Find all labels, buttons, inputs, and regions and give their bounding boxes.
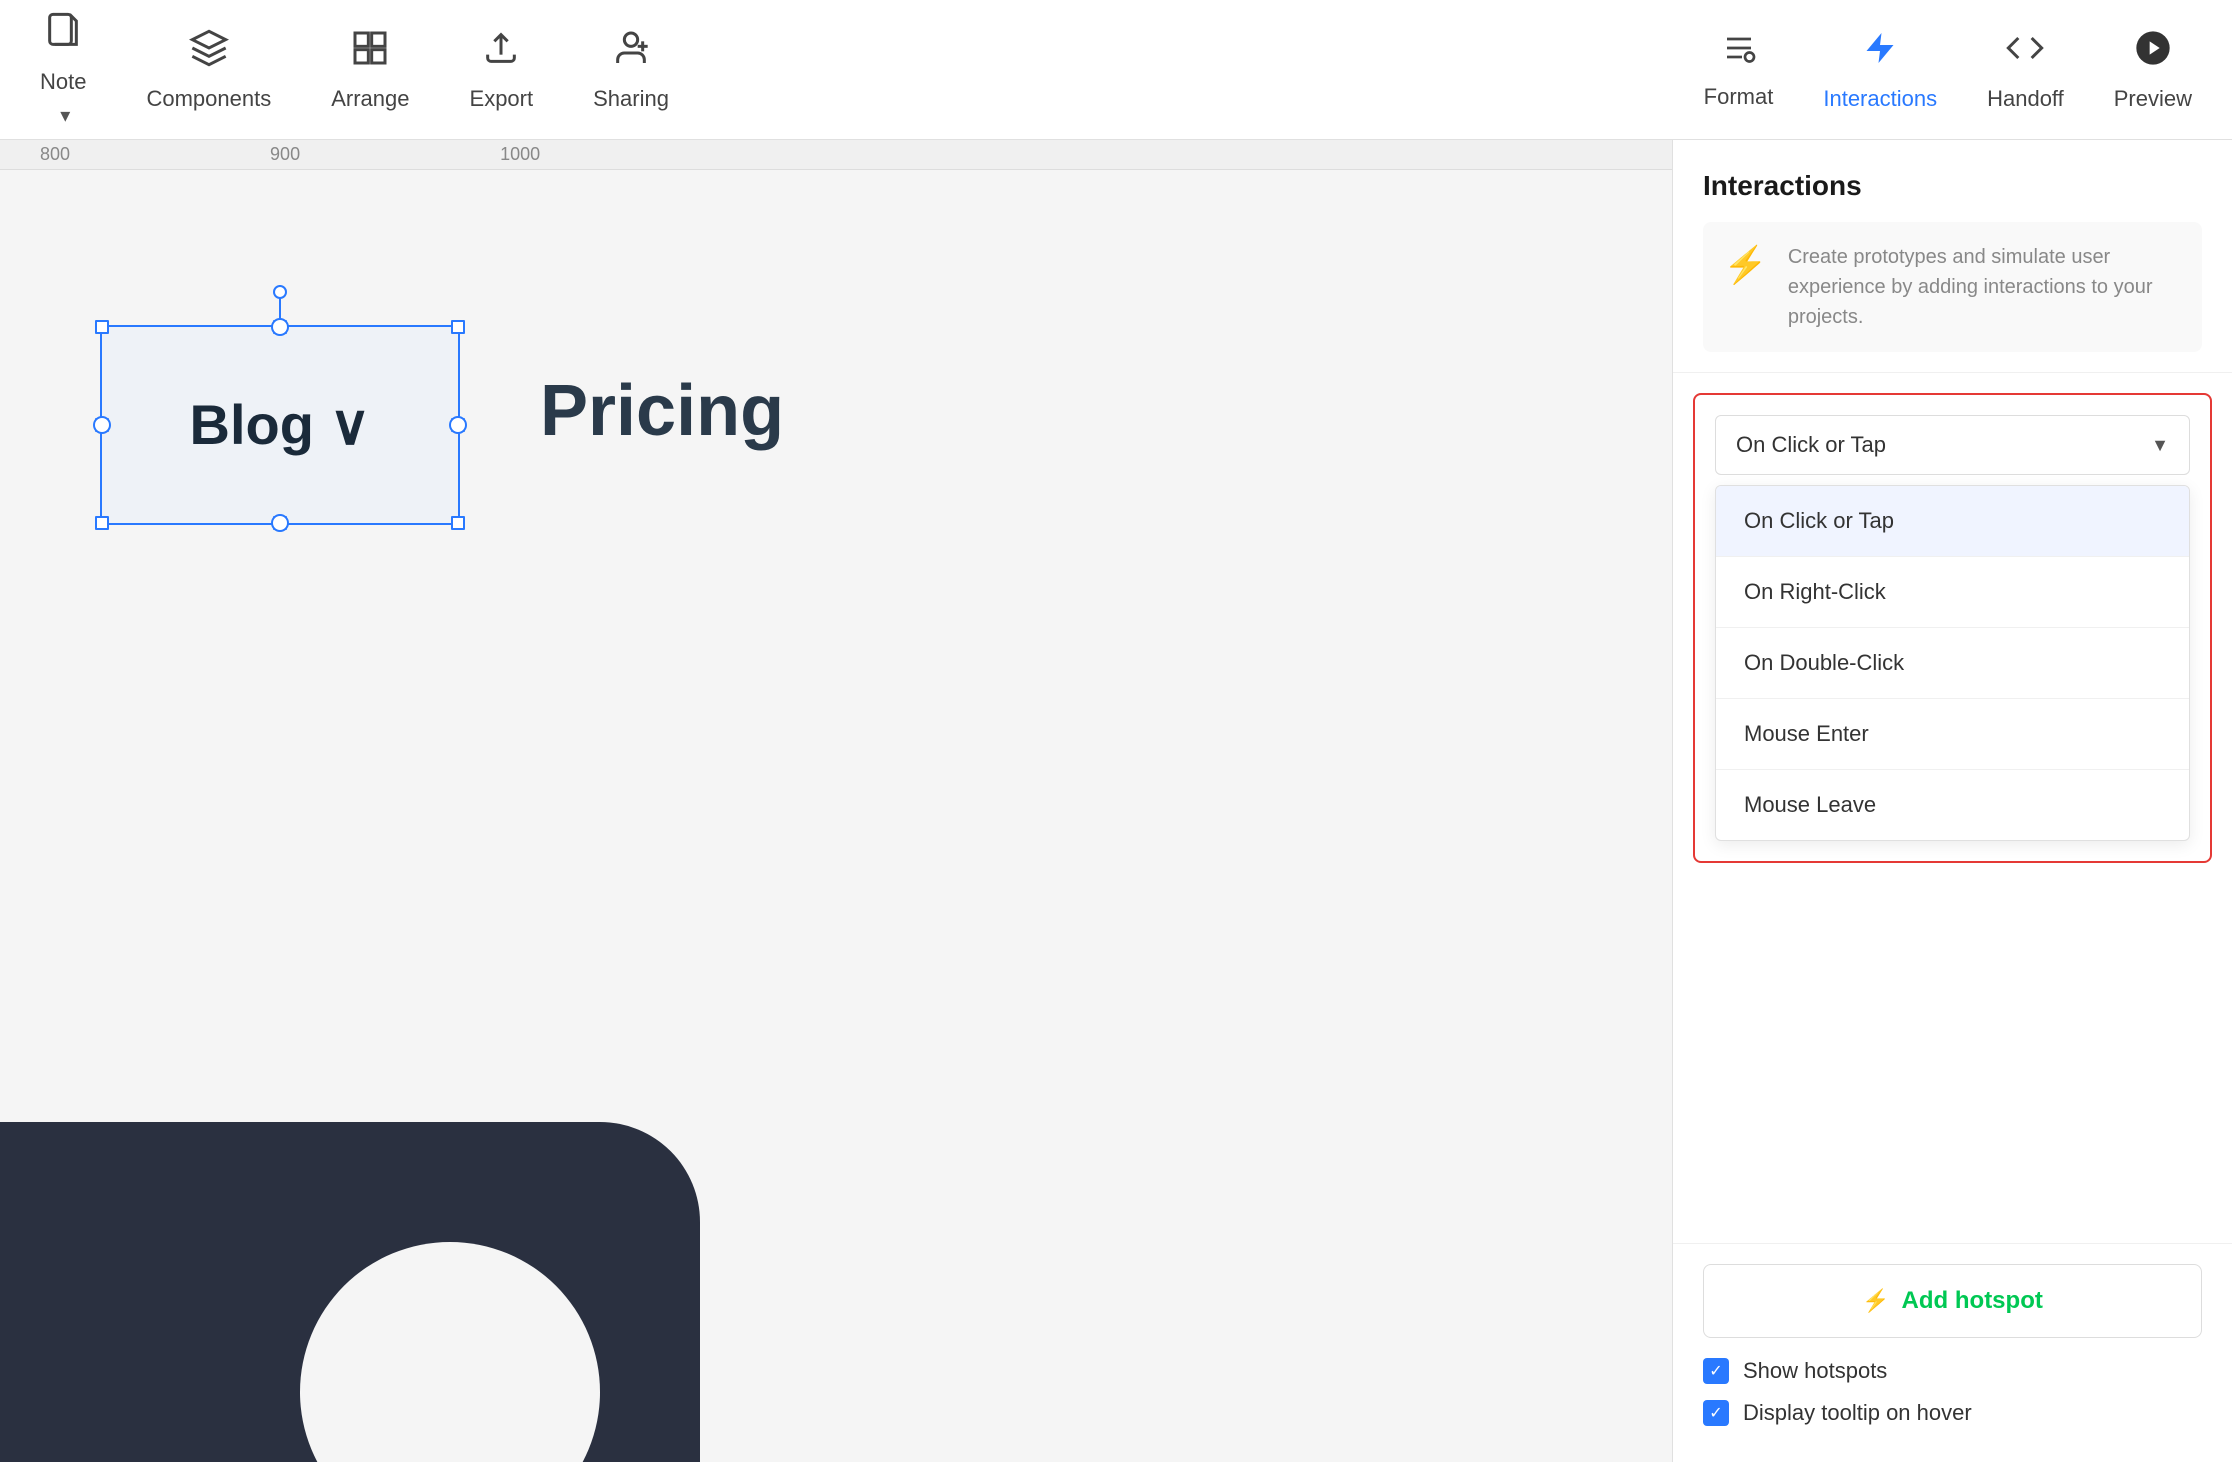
dropdown-item-on-click-or-tap[interactable]: On Click or Tap xyxy=(1716,486,2189,557)
ruler-mark-800: 800 xyxy=(40,144,70,165)
toolbar-item-sharing[interactable]: Sharing xyxy=(593,28,669,112)
handoff-label: Handoff xyxy=(1987,86,2064,112)
panel-title: Interactions xyxy=(1703,170,2202,202)
interactions-icon xyxy=(1862,28,1898,78)
handle-bottom-left[interactable] xyxy=(95,516,109,530)
hotspot-bolt-icon: ⚡ xyxy=(1862,1288,1889,1314)
dropdown-trigger[interactable]: On Click or Tap ▼ xyxy=(1715,415,2190,475)
dark-shape xyxy=(0,1112,760,1462)
hotspot-label: Add hotspot xyxy=(1902,1287,2043,1315)
display-tooltip-label: Display tooltip on hover xyxy=(1743,1400,1972,1426)
dropdown-list: On Click or Tap On Right-Click On Double… xyxy=(1715,485,2190,841)
export-label: Export xyxy=(470,86,534,112)
blog-element[interactable]: Blog ∨ xyxy=(100,325,460,525)
arrange-icon xyxy=(350,28,390,78)
toolbar: Note ▾ Components xyxy=(0,0,2232,140)
info-box: ⚡ Create prototypes and simulate user ex… xyxy=(1703,222,2202,352)
format-icon xyxy=(1719,30,1759,76)
show-hotspots-row: ✓ Show hotspots xyxy=(1703,1358,2202,1384)
toolbar-right: Format Interactions Handoff xyxy=(1704,28,2192,112)
toolbar-item-arrange[interactable]: Arrange xyxy=(331,28,409,112)
export-icon xyxy=(481,28,521,78)
toolbar-item-components[interactable]: Components xyxy=(146,28,271,112)
circle-handle-right[interactable] xyxy=(449,416,467,434)
dropdown-trigger-text: On Click or Tap xyxy=(1736,432,1886,458)
toolbar-item-format[interactable]: Format xyxy=(1704,30,1774,110)
handle-top-right[interactable] xyxy=(451,320,465,334)
ruler-marks: 800 900 1000 xyxy=(0,144,1672,165)
preview-label: Preview xyxy=(2114,86,2192,112)
toolbar-item-note[interactable]: Note ▾ xyxy=(40,11,86,128)
ruler-top: 800 900 1000 xyxy=(0,140,1672,170)
check-icon: ✓ xyxy=(1709,1361,1722,1381)
handle-bottom-right[interactable] xyxy=(451,516,465,530)
pricing-text: Pricing xyxy=(540,370,784,452)
handoff-icon xyxy=(2005,28,2045,78)
add-hotspot-button[interactable]: ⚡ Add hotspot xyxy=(1703,1264,2202,1338)
blog-box[interactable]: Blog ∨ xyxy=(100,325,460,525)
circle-handle-bottom[interactable] xyxy=(271,514,289,532)
sharing-label: Sharing xyxy=(593,86,669,112)
canvas-area[interactable]: 800 900 1000 Blog ∨ xyxy=(0,140,1672,1462)
check-icon: ✓ xyxy=(1709,1403,1722,1423)
interactions-label: Interactions xyxy=(1823,86,1937,112)
canvas-content: Blog ∨ Pricing xyxy=(0,175,1672,1462)
dropdown-item-mouse-enter[interactable]: Mouse Enter xyxy=(1716,699,2189,770)
handle-top-left[interactable] xyxy=(95,320,109,334)
toolbar-item-interactions[interactable]: Interactions xyxy=(1823,28,1937,112)
right-panel: Interactions ⚡ Create prototypes and sim… xyxy=(1672,140,2232,1462)
toolbar-item-handoff[interactable]: Handoff xyxy=(1987,28,2064,112)
panel-bottom: ⚡ Add hotspot ✓ Show hotspots ✓ Display … xyxy=(1673,1243,2232,1462)
display-tooltip-checkbox[interactable]: ✓ xyxy=(1703,1400,1729,1426)
display-tooltip-row: ✓ Display tooltip on hover xyxy=(1703,1400,2202,1426)
dropdown-item-on-right-click[interactable]: On Right-Click xyxy=(1716,557,2189,628)
ruler-mark-1000: 1000 xyxy=(500,144,540,165)
components-label: Components xyxy=(146,86,271,112)
dropdown-item-label: On Click or Tap xyxy=(1744,508,1894,533)
info-text: Create prototypes and simulate user expe… xyxy=(1788,242,2182,332)
dropdown-section: On Click or Tap ▼ On Click or Tap On Rig… xyxy=(1693,393,2212,863)
preview-icon xyxy=(2133,28,2173,78)
panel-header: Interactions ⚡ Create prototypes and sim… xyxy=(1673,140,2232,373)
bolt-info-icon: ⚡ xyxy=(1723,244,1768,286)
ruler-mark-900: 900 xyxy=(270,144,300,165)
dropdown-item-on-double-click[interactable]: On Double-Click xyxy=(1716,628,2189,699)
dropdown-item-label: On Double-Click xyxy=(1744,650,1904,675)
blog-text: Blog ∨ xyxy=(190,392,371,458)
toolbar-left: Note ▾ Components xyxy=(40,11,1704,128)
toolbar-item-export[interactable]: Export xyxy=(470,28,534,112)
show-hotspots-checkbox[interactable]: ✓ xyxy=(1703,1358,1729,1384)
dropdown-item-label: Mouse Enter xyxy=(1744,721,1869,746)
chevron-down-icon: ▼ xyxy=(2151,435,2169,456)
format-label: Format xyxy=(1704,84,1774,110)
handle-rotate[interactable] xyxy=(273,285,287,299)
note-icon xyxy=(43,11,83,61)
dropdown-item-label: On Right-Click xyxy=(1744,579,1886,604)
toolbar-item-preview[interactable]: Preview xyxy=(2114,28,2192,112)
note-label: Note xyxy=(40,69,86,95)
sharing-icon xyxy=(611,28,651,78)
main-layout: 800 900 1000 Blog ∨ xyxy=(0,140,2232,1462)
components-icon xyxy=(189,28,229,78)
arrange-label: Arrange xyxy=(331,86,409,112)
dropdown-item-label: Mouse Leave xyxy=(1744,792,1876,817)
note-arrow: ▾ xyxy=(60,103,70,128)
circle-handle-left[interactable] xyxy=(93,416,111,434)
show-hotspots-label: Show hotspots xyxy=(1743,1358,1887,1384)
circle-handle-top[interactable] xyxy=(271,318,289,336)
dropdown-item-mouse-leave[interactable]: Mouse Leave xyxy=(1716,770,2189,840)
